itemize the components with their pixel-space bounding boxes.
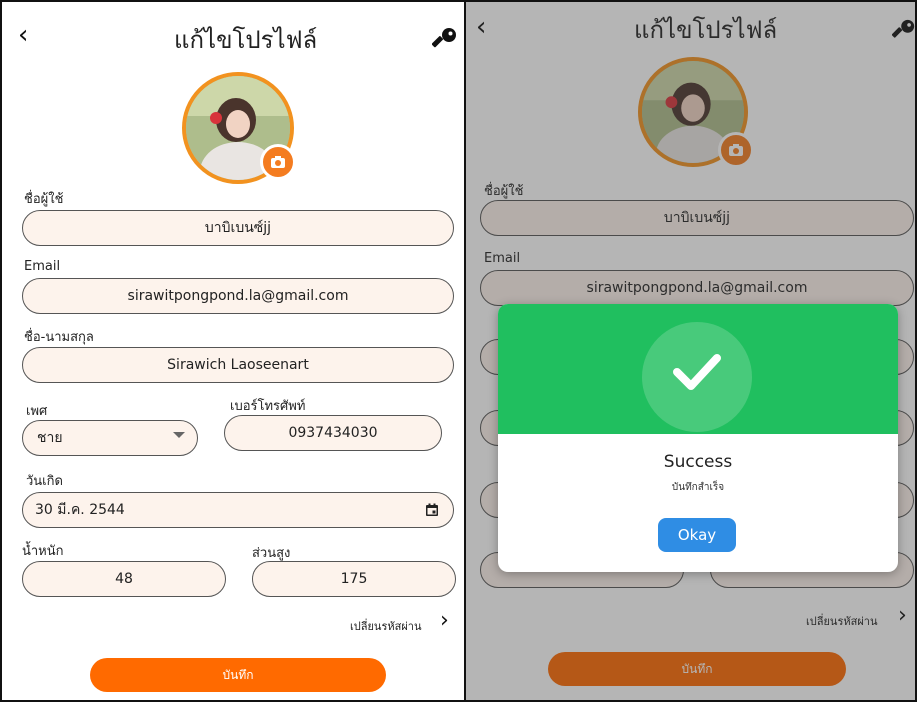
birthdate-label: วันเกิด <box>26 474 63 489</box>
birthdate-field[interactable]: 30 มี.ค. 2544 <box>22 492 454 528</box>
back-icon[interactable]: ‹ <box>18 20 28 50</box>
height-label: ส่วนสูง <box>252 546 291 561</box>
okay-button[interactable]: Okay <box>658 518 736 552</box>
weight-field[interactable]: 48 <box>22 561 226 597</box>
fullname-field[interactable]: Sirawich Laoseenart <box>22 347 454 383</box>
email-field[interactable]: sirawitpongpond.la@gmail.com <box>22 278 454 314</box>
save-button[interactable]: บันทึก <box>90 658 386 692</box>
dialog-title: Success <box>663 452 733 472</box>
phone-label: เบอร์โทรศัพท์ <box>230 399 306 414</box>
edit-profile-success-screen: ‹ แก้ไขโปรไฟล์ ชื่อผู้ใช้ บาบิเบนซ์jj Em… <box>466 0 917 702</box>
edit-profile-screen: ‹ แก้ไขโปรไฟล์ ชื่อผู้ใช้ บาบิเบนซ์jj Em… <box>0 0 466 702</box>
camera-icon[interactable] <box>260 144 296 180</box>
username-field[interactable]: บาบิเบนซ์jj <box>22 210 454 246</box>
calendar-icon[interactable] <box>425 503 439 521</box>
birthdate-value: 30 มี.ค. 2544 <box>35 502 125 518</box>
page-title: แก้ไขโปรไฟล์ <box>174 26 318 54</box>
success-dialog: Success บันทึกสำเร็จ Okay <box>498 304 898 572</box>
phone-field[interactable]: 0937434030 <box>224 415 442 451</box>
weight-label: น้ำหนัก <box>22 544 64 559</box>
dialog-message: บันทึกสำเร็จ <box>671 482 725 493</box>
gender-value: ชาย <box>37 430 63 446</box>
check-icon <box>673 354 721 390</box>
key-icon[interactable] <box>431 26 458 56</box>
change-password-link[interactable]: เปลี่ยนรหัสผ่าน <box>350 617 421 635</box>
gender-label: เพศ <box>26 404 48 419</box>
dropdown-icon <box>173 432 185 438</box>
height-field[interactable]: 175 <box>252 561 456 597</box>
success-header <box>498 304 898 434</box>
fullname-label: ชื่อ-นามสกุล <box>24 330 94 345</box>
username-label: ชื่อผู้ใช้ <box>24 192 64 207</box>
chevron-right-icon[interactable]: › <box>440 608 449 633</box>
email-label: Email <box>24 259 61 274</box>
gender-select[interactable]: ชาย <box>22 420 198 456</box>
